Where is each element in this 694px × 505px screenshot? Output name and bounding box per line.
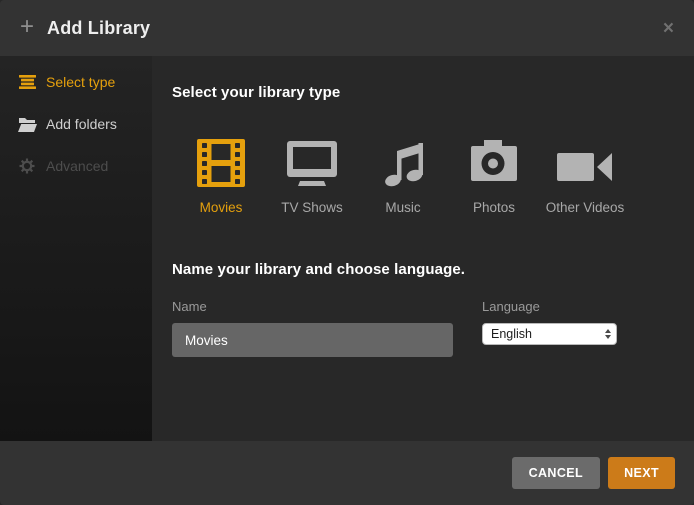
dialog-footer: CANCEL NEXT bbox=[0, 441, 694, 505]
library-type-label: Music bbox=[385, 200, 420, 215]
sidebar-item-label: Select type bbox=[46, 74, 115, 90]
folder-icon bbox=[17, 117, 37, 132]
library-name-heading: Name your library and choose language. bbox=[172, 261, 694, 278]
library-type-label: Movies bbox=[200, 200, 243, 215]
library-type-photos[interactable]: Photos bbox=[454, 139, 534, 215]
library-type-other-videos[interactable]: Other Videos bbox=[545, 139, 625, 215]
language-select-value: English bbox=[491, 327, 532, 341]
language-field-group: Language English bbox=[482, 299, 617, 357]
library-type-label: Other Videos bbox=[546, 200, 625, 215]
select-type-icon bbox=[17, 75, 37, 89]
select-stepper-icon bbox=[605, 329, 611, 339]
language-field-label: Language bbox=[482, 299, 617, 314]
music-note-icon bbox=[381, 139, 425, 187]
sidebar-item-select-type[interactable]: Select type bbox=[0, 61, 152, 103]
sidebar-item-label: Advanced bbox=[46, 158, 108, 174]
sidebar-item-label: Add folders bbox=[46, 116, 117, 132]
library-type-label: TV Shows bbox=[281, 200, 343, 215]
library-type-label: Photos bbox=[473, 200, 515, 215]
tv-icon bbox=[286, 139, 338, 187]
plus-icon: + bbox=[20, 15, 34, 39]
add-library-dialog: + Add Library × Select type bbox=[0, 0, 694, 505]
close-icon[interactable]: × bbox=[663, 19, 674, 38]
name-field-group: Name bbox=[172, 299, 453, 357]
dialog-title: Add Library bbox=[47, 18, 150, 39]
cancel-button[interactable]: CANCEL bbox=[512, 457, 600, 489]
name-field-label: Name bbox=[172, 299, 453, 314]
gear-icon bbox=[17, 158, 37, 174]
wizard-steps-sidebar: Select type Add folders bbox=[0, 56, 152, 441]
dialog-header: + Add Library × bbox=[0, 0, 694, 56]
library-type-tv-shows[interactable]: TV Shows bbox=[272, 139, 352, 215]
sidebar-item-advanced: Advanced bbox=[0, 145, 152, 187]
library-type-movies[interactable]: Movies bbox=[181, 139, 261, 215]
library-type-music[interactable]: Music bbox=[363, 139, 443, 215]
video-camera-icon bbox=[557, 139, 613, 187]
sidebar-item-add-folders[interactable]: Add folders bbox=[0, 103, 152, 145]
dialog-body: Select type Add folders bbox=[0, 56, 694, 441]
film-icon bbox=[197, 139, 245, 187]
language-select[interactable]: English bbox=[482, 323, 617, 345]
select-type-panel: Select your library type bbox=[152, 56, 694, 441]
next-button[interactable]: NEXT bbox=[608, 457, 675, 489]
library-name-input[interactable] bbox=[172, 323, 453, 357]
name-language-form: Name Language English bbox=[172, 299, 694, 357]
library-type-row: Movies TV Shows bbox=[181, 139, 694, 215]
camera-icon bbox=[470, 139, 518, 187]
library-type-heading: Select your library type bbox=[172, 84, 694, 101]
